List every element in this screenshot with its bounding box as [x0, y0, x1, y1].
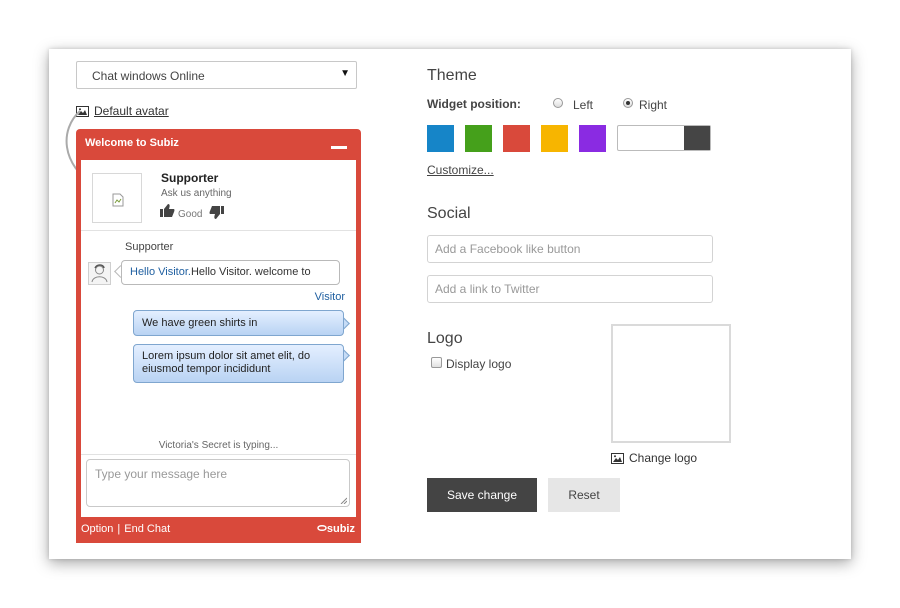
facebook-like-placeholder: Add a Facebook like button [435, 242, 581, 256]
minimize-icon[interactable] [331, 146, 347, 149]
widget-body: Supporter Ask us anything Good Supporter… [81, 160, 356, 517]
message-highlight: Hello Visitor. [130, 266, 191, 278]
message-sender: Visitor [314, 291, 345, 303]
footer-separator: | [117, 523, 121, 535]
color-swatch-blue[interactable] [427, 125, 454, 152]
position-right-label: Right [639, 98, 668, 112]
message-sender: Supporter [125, 241, 174, 253]
twitter-link-input[interactable]: Add a link to Twitter [427, 275, 713, 303]
thumbs-up-icon[interactable] [160, 204, 175, 217]
settings-card: Chat windows Online ▼ Default avatar Wel… [49, 49, 851, 559]
position-left-radio[interactable] [553, 98, 563, 108]
divider [81, 230, 356, 231]
facebook-like-input[interactable]: Add a Facebook like button [427, 235, 713, 263]
widget-footer: Option | End Chat [81, 523, 170, 535]
message-text: Lorem ipsum dolor sit amet elit, do eius… [142, 350, 311, 375]
color-swatch-yellow[interactable] [541, 125, 568, 152]
twitter-link-placeholder: Add a link to Twitter [435, 282, 540, 296]
resize-grip-icon[interactable] [340, 497, 347, 504]
color-swatch-purple[interactable] [579, 125, 606, 152]
position-right-radio[interactable] [623, 98, 633, 108]
chat-window-status-select[interactable]: Chat windows Online ▼ [76, 61, 357, 89]
person-icon [91, 264, 108, 283]
subiz-logo-icon [317, 525, 327, 531]
subiz-logo: subiz [317, 523, 355, 535]
social-heading: Social [427, 205, 471, 222]
brand-text: subiz [326, 523, 355, 535]
dark-theme-toggle[interactable] [617, 125, 711, 151]
toggle-knob [684, 126, 710, 150]
display-logo-label: Display logo [446, 357, 512, 371]
change-logo-link[interactable]: Change logo [611, 451, 697, 467]
end-chat-link[interactable]: End Chat [124, 523, 170, 535]
color-swatch-red[interactable] [503, 125, 530, 152]
save-change-button[interactable]: Save change [427, 478, 537, 512]
supporter-name: Supporter [161, 171, 219, 185]
widget-position-label: Widget position: [427, 97, 521, 111]
position-left-label: Left [573, 98, 594, 112]
color-swatch-green[interactable] [465, 125, 492, 152]
typing-indicator: Victoria's Secret is typing... [158, 440, 279, 451]
outgoing-message-bubble: We have green shirts in [133, 310, 344, 336]
logo-preview [611, 324, 731, 443]
chat-widget-preview: Welcome to Subiz Supporter Ask us anythi… [76, 129, 361, 543]
theme-heading: Theme [427, 67, 477, 84]
supporter-mini-avatar [88, 262, 111, 285]
broken-image-icon [112, 193, 124, 207]
select-value: Chat windows Online [92, 69, 205, 83]
message-text: We have green shirts in [142, 317, 258, 329]
customize-link[interactable]: Customize... [427, 163, 494, 177]
supporter-tagline: Ask us anything [161, 188, 232, 199]
message-input[interactable]: Type your message here [86, 459, 350, 507]
thumbs-down-icon[interactable] [209, 206, 224, 219]
caret-down-icon: ▼ [340, 68, 350, 79]
supporter-avatar[interactable] [92, 173, 142, 223]
message-text: Hello Visitor. welcome to [190, 266, 311, 278]
message-input-placeholder: Type your message here [95, 467, 228, 481]
image-icon [611, 453, 624, 467]
logo-heading: Logo [427, 330, 463, 347]
widget-title: Welcome to Subiz [85, 137, 179, 149]
option-link[interactable]: Option [81, 523, 113, 535]
outgoing-message-bubble: Lorem ipsum dolor sit amet elit, do eius… [133, 344, 344, 383]
incoming-message-bubble: Hello Visitor.Hello Visitor. welcome to [121, 260, 340, 285]
display-logo-checkbox[interactable] [431, 357, 442, 368]
reset-button[interactable]: Reset [548, 478, 620, 512]
rating-label: Good [178, 209, 203, 220]
divider [81, 454, 356, 455]
change-logo-label: Change logo [629, 451, 698, 465]
